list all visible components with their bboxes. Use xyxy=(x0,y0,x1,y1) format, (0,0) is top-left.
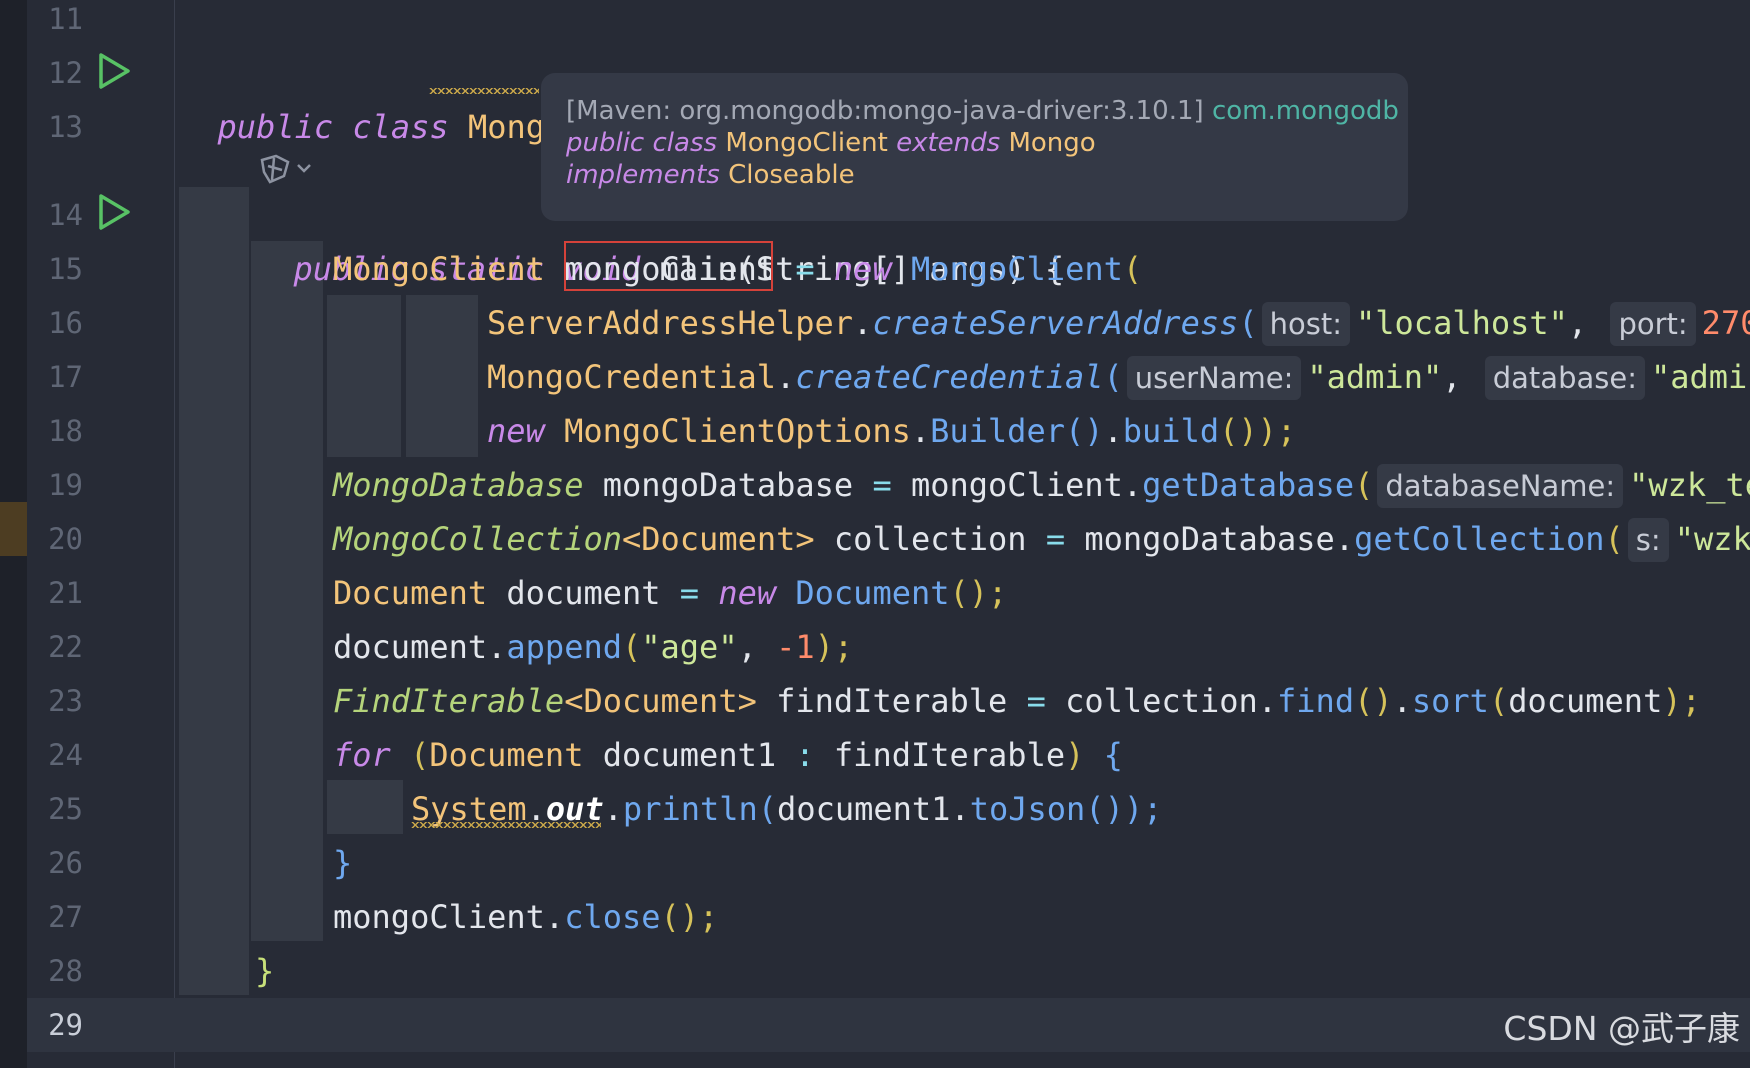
line-number: 12 xyxy=(48,56,83,90)
line-number: 16 xyxy=(48,306,83,340)
code-line-18: new MongoClientOptions.Builder().build()… xyxy=(487,412,1297,450)
indent-guide xyxy=(179,187,249,995)
warning-squiggle xyxy=(411,822,601,828)
parent-class-link[interactable]: Mongo xyxy=(1008,128,1095,158)
code-line-27: mongoClient.close(); xyxy=(333,898,719,936)
watermark: CSDN @武子康 xyxy=(1503,1009,1740,1048)
param-hint: databaseName: xyxy=(1377,464,1624,508)
indent-guide xyxy=(406,295,478,457)
interface-link[interactable]: Closeable xyxy=(728,160,854,190)
line-number: 15 xyxy=(48,252,83,286)
code-line-16: ServerAddressHelper.createServerAddress(… xyxy=(487,296,1750,350)
indent-guide xyxy=(327,780,403,834)
line-number: 28 xyxy=(48,954,83,988)
run-icon[interactable] xyxy=(97,193,131,231)
chevron-down-icon xyxy=(297,164,311,173)
indent-guide xyxy=(251,241,323,941)
tooltip-signature: public class MongoClient extends Mongo xyxy=(566,128,1096,158)
line-number: 22 xyxy=(48,630,83,664)
line-number: 17 xyxy=(48,360,83,394)
line-number: 26 xyxy=(48,846,83,880)
code-line-26: } xyxy=(333,844,353,882)
param-hint: host: xyxy=(1261,302,1350,346)
line-number: 19 xyxy=(48,468,83,502)
rename-highlight xyxy=(564,241,773,291)
code-line-20: MongoCollection<Document> collection = m… xyxy=(333,512,1750,566)
line-number: 23 xyxy=(48,684,83,718)
param-hint: s: xyxy=(1627,518,1669,562)
warning-squiggle xyxy=(429,88,539,94)
line-number: 20 xyxy=(48,522,83,556)
code-line-28: } xyxy=(255,952,275,990)
code-line-21: Document document = new Document(); xyxy=(333,574,1008,612)
line-number: 25 xyxy=(48,792,83,826)
quick-doc-tooltip[interactable]: [Maven: org.mongodb:mongo-java-driver:3.… xyxy=(541,73,1408,221)
code-line-23: FindIterable<Document> findIterable = co… xyxy=(333,682,1701,720)
code-line-17: MongoCredential.createCredential(userNam… xyxy=(487,350,1750,404)
bean-icon[interactable] xyxy=(258,152,314,186)
line-number-current: 29 xyxy=(48,1008,83,1042)
current-line-highlight xyxy=(27,998,1750,1052)
change-marker xyxy=(0,502,27,556)
line-number: 18 xyxy=(48,414,83,448)
indent-guide xyxy=(327,295,401,457)
code-line-24: for (Document document1 : findIterable) … xyxy=(333,736,1123,774)
code-line-22: document.append("age", -1); xyxy=(333,628,854,666)
line-number: 14 xyxy=(48,198,83,232)
line-number: 24 xyxy=(48,738,83,772)
package-link[interactable]: com.mongodb xyxy=(1212,96,1399,126)
tooltip-location: [Maven: org.mongodb:mongo-java-driver:3.… xyxy=(566,96,1399,126)
line-number: 21 xyxy=(48,576,83,610)
gutter-separator xyxy=(174,0,175,1068)
param-hint: database: xyxy=(1484,356,1645,400)
line-number: 11 xyxy=(48,2,83,36)
code-line-19: MongoDatabase mongoDatabase = mongoClien… xyxy=(333,458,1750,512)
line-number: 27 xyxy=(48,900,83,934)
tooltip-implements: implements Closeable xyxy=(566,160,855,190)
param-hint: userName: xyxy=(1126,356,1302,400)
line-number: 13 xyxy=(48,110,83,144)
param-hint: port: xyxy=(1610,302,1696,346)
run-icon[interactable] xyxy=(97,52,131,90)
